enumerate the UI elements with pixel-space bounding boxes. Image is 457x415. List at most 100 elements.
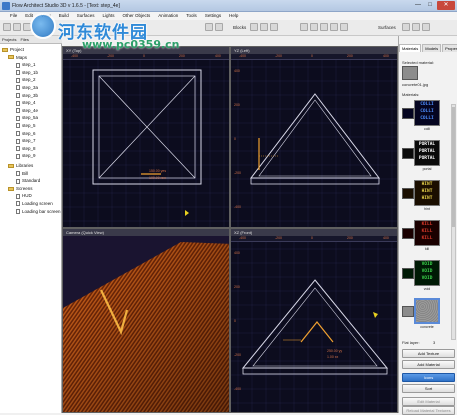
camera-canvas[interactable] bbox=[63, 236, 230, 413]
tree-item-libraries[interactable]: Libraries bbox=[8, 162, 33, 169]
move-tool-icon[interactable] bbox=[300, 23, 308, 31]
material-name: void bbox=[423, 287, 431, 291]
tree-tab-files[interactable]: Files bbox=[18, 36, 30, 43]
add-texture-button[interactable]: Add Texture bbox=[402, 349, 455, 358]
ruler-label: 0 bbox=[234, 137, 236, 141]
open-file-icon[interactable] bbox=[13, 23, 21, 31]
grid-tool-icon[interactable] bbox=[215, 23, 223, 31]
material-swatch[interactable] bbox=[402, 148, 414, 159]
document-icon bbox=[16, 92, 20, 98]
tree-item-map[interactable]: step_9 bbox=[16, 152, 36, 159]
viewport-camera[interactable]: Camera (Quick View) bbox=[62, 228, 230, 413]
tree-item-map[interactable]: step_5 bbox=[16, 122, 36, 129]
tree-item-screen[interactable]: Loading bar screen bbox=[16, 208, 61, 215]
tree-item-label: step_8 bbox=[22, 145, 36, 151]
material-tile-text: PORTAL bbox=[418, 156, 436, 161]
material-hint[interactable]: HINT HINT HINT bbox=[414, 180, 440, 206]
tab-materials[interactable]: Materials bbox=[399, 44, 422, 52]
viewport-front[interactable]: XZ (Front) -400 -200 0 200 400 400 200 0 -200 -4… bbox=[230, 228, 398, 413]
material-portal[interactable]: PORTAL PORTAL PORTAL bbox=[414, 140, 440, 166]
menu-help[interactable]: Help bbox=[225, 12, 242, 20]
base-block[interactable] bbox=[242, 367, 388, 375]
material-swatch[interactable] bbox=[402, 268, 414, 279]
viewport-left[interactable]: YZ (Left) -400 -200 0 200 400 400 200 0 -200 -40… bbox=[230, 46, 398, 228]
flat-layer-value[interactable]: 3 bbox=[433, 340, 435, 345]
tree-item-screen[interactable]: Loading screen bbox=[16, 200, 53, 207]
viewport-top[interactable]: XY (Top) -400 -200 0 200 400 150.00 yes 100.… bbox=[62, 46, 230, 228]
tree-item-map[interactable]: step_6 bbox=[16, 130, 36, 137]
camera-marker-icon[interactable] bbox=[185, 210, 189, 216]
scrollbar-thumb[interactable] bbox=[452, 107, 455, 227]
tree-item-map[interactable]: step_5a bbox=[16, 114, 38, 121]
texture-tool-icon[interactable] bbox=[412, 23, 420, 31]
tree-item-map[interactable]: step_2 bbox=[16, 76, 36, 83]
material-swatch[interactable] bbox=[402, 108, 414, 119]
material-swatch[interactable] bbox=[402, 228, 414, 239]
material-swatch[interactable] bbox=[402, 188, 414, 199]
viewport-canvas[interactable]: 400 200 0 -200 -400 250.00 yy 1.00 xx bbox=[231, 242, 398, 413]
material-swatch[interactable] bbox=[402, 306, 414, 317]
block-tool-icon[interactable] bbox=[250, 23, 258, 31]
paint-tool-icon[interactable] bbox=[422, 23, 430, 31]
selected-block[interactable] bbox=[300, 321, 334, 343]
scale-tool-icon[interactable] bbox=[320, 23, 328, 31]
material-void[interactable]: VOID VOID VOID bbox=[414, 260, 440, 286]
material-name: portal bbox=[422, 167, 432, 171]
tree-item-map[interactable]: step_8 bbox=[16, 145, 36, 152]
material-panel: MaterialsModelsProperties Selected mater… bbox=[398, 36, 457, 415]
tab-models[interactable]: Models bbox=[422, 44, 442, 52]
folder-icon bbox=[8, 55, 14, 60]
tree-item-library[interactable]: Bill bbox=[16, 170, 28, 177]
new-file-icon[interactable] bbox=[3, 23, 11, 31]
icons-button[interactable]: Icons bbox=[402, 373, 455, 382]
rotate-tool-icon[interactable] bbox=[310, 23, 318, 31]
add-material-button[interactable]: Add Material bbox=[402, 360, 455, 369]
ruler-label: 400 bbox=[234, 69, 240, 73]
pyramid-shading bbox=[63, 242, 229, 412]
tree-item-map[interactable]: step_1 bbox=[16, 61, 36, 68]
sort-button[interactable]: Sort bbox=[402, 384, 455, 393]
pyramid-outline[interactable] bbox=[249, 93, 381, 179]
cylinder-tool-icon[interactable] bbox=[270, 23, 278, 31]
viewport-canvas[interactable]: 150.00 yes 100.00 xxx bbox=[63, 60, 230, 228]
material-concrete[interactable] bbox=[414, 298, 440, 324]
document-icon bbox=[16, 208, 20, 214]
materials-scrollbar[interactable] bbox=[451, 104, 456, 340]
tab-properties[interactable]: Properties bbox=[442, 44, 457, 52]
material-kill[interactable]: KILL KILL KILL bbox=[414, 220, 440, 246]
viewport-canvas[interactable]: 400 200 0 -200 -400 bbox=[231, 60, 398, 228]
material-tile-text: COLLI bbox=[420, 116, 434, 121]
tree-item-project[interactable]: Project bbox=[2, 46, 24, 53]
edit-material-button[interactable]: Edit Material bbox=[402, 397, 455, 406]
menu-settings[interactable]: Settings bbox=[201, 12, 225, 20]
surface-tool-icon[interactable] bbox=[402, 23, 410, 31]
select-tool-icon[interactable] bbox=[205, 23, 213, 31]
tree-item-screens[interactable]: Screens bbox=[8, 185, 33, 192]
tree-item-map[interactable]: step_4 bbox=[16, 99, 36, 106]
tree-item-map[interactable]: step_3a bbox=[16, 84, 38, 91]
maximize-button[interactable]: □ bbox=[425, 1, 435, 10]
tree-tab-projects[interactable]: Projects bbox=[0, 36, 18, 43]
tree-item-map[interactable]: step_7 bbox=[16, 137, 36, 144]
close-button[interactable]: ✕ bbox=[437, 1, 455, 10]
mirror-tool-icon[interactable] bbox=[330, 23, 338, 31]
menu-animation[interactable]: Animation bbox=[154, 12, 182, 20]
camera-marker-icon[interactable] bbox=[373, 312, 378, 318]
wedge-tool-icon[interactable] bbox=[260, 23, 268, 31]
tree-item-map[interactable]: step_4e bbox=[16, 107, 38, 114]
reload-material-textures-button[interactable]: Reload Material Textures bbox=[402, 406, 455, 415]
material-colli[interactable]: COLLI COLLI COLLI bbox=[414, 100, 440, 126]
tree-item-map[interactable]: step_1b bbox=[16, 69, 38, 76]
pivot-tool-icon[interactable] bbox=[340, 23, 348, 31]
tree-item-maps[interactable]: Maps bbox=[8, 54, 27, 61]
tree-item-screen[interactable]: HUD bbox=[16, 192, 32, 199]
tree-item-library[interactable]: Standard bbox=[16, 177, 40, 184]
tree-item-map[interactable]: step_3b bbox=[16, 92, 38, 99]
ruler-label: -200 bbox=[234, 171, 241, 175]
menu-tools[interactable]: Tools bbox=[182, 12, 201, 20]
menu-file[interactable]: File bbox=[6, 12, 21, 20]
material-tile-text: PORTAL bbox=[418, 149, 436, 154]
minimize-button[interactable]: — bbox=[413, 1, 423, 10]
app-window: Flow Architect Studio 3D v 1.6.5 - [Text… bbox=[0, 0, 457, 415]
tree-item-label: step_3b bbox=[22, 92, 39, 98]
